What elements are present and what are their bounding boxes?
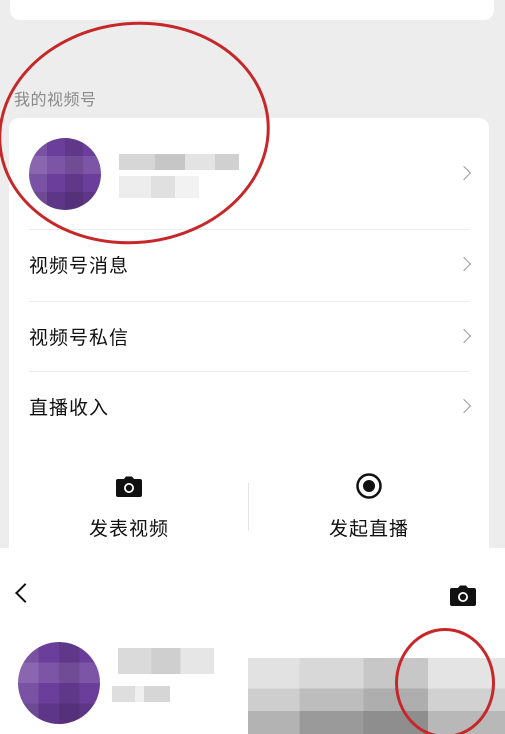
blurred-channel-name	[118, 648, 214, 674]
chevron-right-icon	[456, 398, 472, 414]
chevron-left-icon[interactable]	[15, 583, 35, 603]
chevron-right-icon	[456, 256, 472, 272]
menu-item-live-income[interactable]: 直播收入	[9, 371, 489, 441]
start-live-button[interactable]: 发起直播	[249, 468, 489, 548]
channel-actions: 发表视频 发起直播	[9, 468, 489, 548]
camera-icon	[116, 476, 142, 497]
channel-profile-page	[0, 548, 505, 734]
annotation-circle	[395, 628, 495, 734]
previous-card	[10, 0, 494, 20]
chevron-right-icon	[456, 328, 472, 344]
menu-item-channel-private-messages[interactable]: 视频号私信	[9, 301, 489, 371]
blurred-channel-info	[112, 686, 170, 702]
post-video-button[interactable]: 发表视频	[9, 468, 249, 548]
start-live-label: 发起直播	[328, 518, 409, 540]
post-video-label: 发表视频	[88, 518, 169, 540]
menu-item-label: 直播收入	[29, 397, 110, 419]
avatar[interactable]	[18, 642, 100, 724]
divider	[29, 371, 469, 372]
live-record-icon	[356, 473, 382, 499]
menu-item-channel-messages[interactable]: 视频号消息	[9, 229, 489, 299]
menu-item-label: 视频号私信	[29, 327, 130, 349]
menu-item-label: 视频号消息	[29, 255, 130, 277]
camera-icon[interactable]	[449, 585, 477, 607]
wechat-me-page: 我的视频号 视频号消息 视频号私信 直播收入 发表视频 发起直播	[0, 0, 505, 548]
divider	[29, 301, 469, 302]
chevron-right-icon	[456, 165, 472, 181]
